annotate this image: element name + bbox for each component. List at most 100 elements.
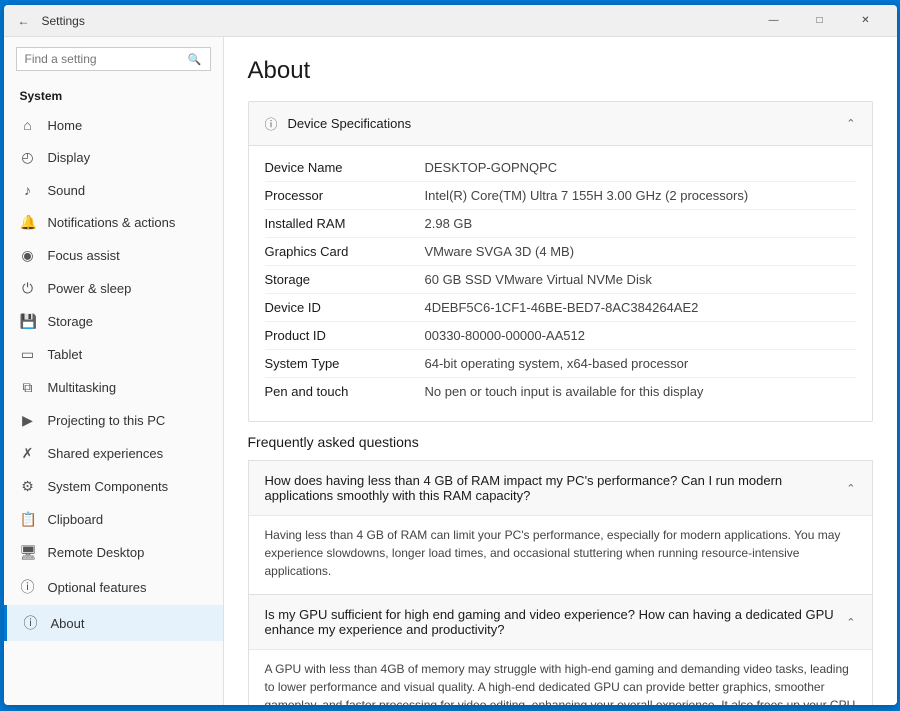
minimize-button[interactable]: — xyxy=(751,5,797,37)
sidebar: 🔍 System ⌂ Home ◴ Display ♪ Sound 🔔 Noti… xyxy=(4,37,224,705)
spec-value-system-type: 64-bit operating system, x64-based proce… xyxy=(425,356,856,371)
sidebar-item-about-label: About xyxy=(51,616,85,631)
sidebar-item-optional-features[interactable]: ⓘ Optional features xyxy=(4,569,223,605)
sidebar-item-power-sleep[interactable]: ⏻ Power & sleep xyxy=(4,272,223,305)
spec-value-processor: Intel(R) Core(TM) Ultra 7 155H 3.00 GHz … xyxy=(425,188,856,203)
faq-item-0: How does having less than 4 GB of RAM im… xyxy=(249,461,872,595)
spec-value-pen-touch: No pen or touch input is available for t… xyxy=(425,384,856,399)
home-icon: ⌂ xyxy=(20,117,36,133)
faq-answer-1: A GPU with less than 4GB of memory may s… xyxy=(249,649,872,705)
sidebar-item-remote-desktop[interactable]: 🖥 Remote Desktop xyxy=(4,536,223,569)
faq-chevron-0: ⌃ xyxy=(846,482,855,495)
faq-answer-0: Having less than 4 GB of RAM can limit y… xyxy=(249,515,872,594)
optional-features-icon: ⓘ xyxy=(20,577,36,597)
faq-header-0[interactable]: How does having less than 4 GB of RAM im… xyxy=(249,461,872,515)
sidebar-item-optional-label: Optional features xyxy=(48,580,147,595)
sidebar-item-storage[interactable]: 💾 Storage xyxy=(4,305,223,338)
search-box[interactable]: 🔍 xyxy=(16,47,211,71)
storage-icon: 💾 xyxy=(20,313,36,330)
sidebar-item-tablet[interactable]: ▭ Tablet xyxy=(4,338,223,371)
sidebar-item-about[interactable]: ⓘ About xyxy=(4,605,223,641)
page-title: About xyxy=(248,57,873,85)
spec-value-storage: 60 GB SSD VMware Virtual NVMe Disk xyxy=(425,272,856,287)
spec-label-device-id: Device ID xyxy=(265,300,425,315)
spec-row-processor: Processor Intel(R) Core(TM) Ultra 7 155H… xyxy=(265,182,856,210)
sidebar-item-sound[interactable]: ♪ Sound xyxy=(4,174,223,206)
faq-item-1: Is my GPU sufficient for high end gaming… xyxy=(249,595,872,705)
close-button[interactable]: ✕ xyxy=(843,5,889,37)
system-components-icon: ⚙ xyxy=(20,478,36,495)
remote-desktop-icon: 🖥 xyxy=(20,544,36,561)
device-specs-header[interactable]: ⓘ Device Specifications ⌃ xyxy=(249,102,872,146)
display-icon: ◴ xyxy=(20,149,36,166)
focus-assist-icon: ◉ xyxy=(20,247,36,264)
search-icon: 🔍 xyxy=(188,53,202,66)
sound-icon: ♪ xyxy=(20,182,36,198)
spec-row-pen-touch: Pen and touch No pen or touch input is a… xyxy=(265,378,856,405)
sidebar-item-notifications-label: Notifications & actions xyxy=(48,215,176,230)
window-title: Settings xyxy=(42,14,751,28)
sidebar-item-shared[interactable]: ✗ Shared experiences xyxy=(4,437,223,470)
sidebar-item-power-label: Power & sleep xyxy=(48,281,132,296)
spec-value-ram: 2.98 GB xyxy=(425,216,856,231)
search-input[interactable] xyxy=(25,52,188,66)
window-controls: — □ ✕ xyxy=(751,5,889,37)
projecting-icon: ▶ xyxy=(20,412,36,429)
shared-icon: ✗ xyxy=(20,445,36,462)
spec-label-pen-touch: Pen and touch xyxy=(265,384,425,399)
back-button[interactable]: ← xyxy=(12,9,36,33)
device-specs-body: Device Name DESKTOP-GOPNQPC Processor In… xyxy=(249,146,872,421)
device-specs-title: Device Specifications xyxy=(288,116,412,131)
sidebar-item-display[interactable]: ◴ Display xyxy=(4,141,223,174)
power-icon: ⏻ xyxy=(20,280,36,297)
maximize-button[interactable]: □ xyxy=(797,5,843,37)
spec-row-device-id: Device ID 4DEBF5C6-1CF1-46BE-BED7-8AC384… xyxy=(265,294,856,322)
faq-container: How does having less than 4 GB of RAM im… xyxy=(248,460,873,705)
faq-chevron-1: ⌃ xyxy=(846,616,855,629)
spec-label-ram: Installed RAM xyxy=(265,216,425,231)
faq-section-label: Frequently asked questions xyxy=(248,434,873,450)
sidebar-item-system-components[interactable]: ⚙ System Components xyxy=(4,470,223,503)
sidebar-item-focus-label: Focus assist xyxy=(48,248,120,263)
settings-window: ← Settings — □ ✕ 🔍 System ⌂ Home ◴ Displ… xyxy=(4,5,897,705)
spec-label-product-id: Product ID xyxy=(265,328,425,343)
faq-question-0: How does having less than 4 GB of RAM im… xyxy=(265,473,837,503)
spec-label-system-type: System Type xyxy=(265,356,425,371)
sidebar-item-sound-label: Sound xyxy=(48,183,86,198)
sidebar-item-clipboard[interactable]: 📋 Clipboard xyxy=(4,503,223,536)
spec-label-processor: Processor xyxy=(265,188,425,203)
sidebar-item-notifications[interactable]: 🔔 Notifications & actions xyxy=(4,206,223,239)
spec-row-storage: Storage 60 GB SSD VMware Virtual NVMe Di… xyxy=(265,266,856,294)
spec-value-product-id: 00330-80000-00000-AA512 xyxy=(425,328,856,343)
spec-value-device-name: DESKTOP-GOPNQPC xyxy=(425,160,856,175)
sidebar-item-shared-label: Shared experiences xyxy=(48,446,164,461)
sidebar-item-display-label: Display xyxy=(48,150,91,165)
faq-question-1: Is my GPU sufficient for high end gaming… xyxy=(265,607,837,637)
spec-row-ram: Installed RAM 2.98 GB xyxy=(265,210,856,238)
sidebar-item-storage-label: Storage xyxy=(48,314,94,329)
spec-row-graphics: Graphics Card VMware SVGA 3D (4 MB) xyxy=(265,238,856,266)
spec-label-storage: Storage xyxy=(265,272,425,287)
sidebar-item-system-components-label: System Components xyxy=(48,479,169,494)
notifications-icon: 🔔 xyxy=(20,214,36,231)
main-panel: About ⓘ Device Specifications ⌃ Device N… xyxy=(224,37,897,705)
device-specs-chevron: ⌃ xyxy=(846,117,855,130)
sidebar-item-projecting[interactable]: ▶ Projecting to this PC xyxy=(4,404,223,437)
sidebar-item-clipboard-label: Clipboard xyxy=(48,512,104,527)
device-specs-icon: ⓘ xyxy=(265,114,278,133)
sidebar-section-system: System xyxy=(4,81,223,109)
multitasking-icon: ⧉ xyxy=(20,379,36,396)
sidebar-item-focus-assist[interactable]: ◉ Focus assist xyxy=(4,239,223,272)
spec-label-device-name: Device Name xyxy=(265,160,425,175)
device-specs-accordion: ⓘ Device Specifications ⌃ Device Name DE… xyxy=(248,101,873,422)
sidebar-item-home[interactable]: ⌂ Home xyxy=(4,109,223,141)
spec-table: Device Name DESKTOP-GOPNQPC Processor In… xyxy=(249,146,872,421)
about-icon: ⓘ xyxy=(23,613,39,633)
spec-row-device-name: Device Name DESKTOP-GOPNQPC xyxy=(265,154,856,182)
sidebar-item-home-label: Home xyxy=(48,118,83,133)
sidebar-item-multitasking[interactable]: ⧉ Multitasking xyxy=(4,371,223,404)
title-bar: ← Settings — □ ✕ xyxy=(4,5,897,37)
sidebar-item-projecting-label: Projecting to this PC xyxy=(48,413,166,428)
faq-header-1[interactable]: Is my GPU sufficient for high end gaming… xyxy=(249,595,872,649)
device-specs-header-left: ⓘ Device Specifications xyxy=(265,114,412,133)
